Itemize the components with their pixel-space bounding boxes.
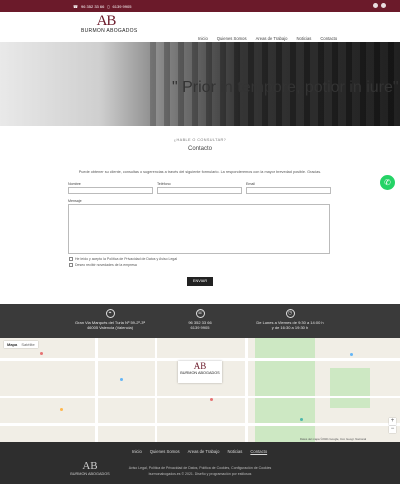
map-poi[interactable] — [120, 378, 123, 381]
map-poi[interactable] — [350, 353, 353, 356]
hours-line-2: y de 16:30 a 19:30 h — [271, 325, 309, 330]
map-type-control: Mapa Satélite — [4, 341, 38, 348]
nav-noticias[interactable]: Noticias — [296, 36, 311, 41]
map-pin-icon: ⌖ — [105, 309, 115, 318]
map-attribution: Datos del mapa ©2021 Google, Inst. Geogr… — [300, 437, 367, 441]
footer-legal: Aviso Legal, Política de Privacidad de D… — [0, 465, 400, 477]
map-poi[interactable] — [210, 398, 213, 401]
map-park — [330, 368, 370, 408]
mobile-icon: ▯ — [107, 4, 110, 9]
map-road — [0, 423, 400, 426]
map-road — [245, 338, 248, 442]
footer-copyright: burmonabogados.es © 2021. Diseño y progr… — [148, 472, 252, 476]
map-marker-logo[interactable]: AB BURMON ABOGADOS — [178, 361, 222, 383]
name-field[interactable] — [68, 187, 153, 194]
privacy-check-row: He leído y acepto la Política de Privaci… — [69, 257, 177, 261]
map-type-satellite[interactable]: Satélite — [21, 342, 34, 347]
top-phone-1[interactable]: 96 352 33 66 — [81, 4, 104, 9]
map-road — [155, 338, 157, 442]
nav-quienes-somos[interactable]: Quienes Somos — [217, 36, 247, 41]
send-button[interactable]: ENVIAR — [187, 277, 213, 286]
info-phone-2[interactable]: 6139 9905 — [170, 325, 230, 330]
contact-title: Contacto — [187, 146, 212, 152]
top-bar: ☎ 96 352 33 66 ▯ 6139 9905 — [0, 0, 400, 12]
logo-monogram: AB — [96, 13, 117, 29]
social-links — [373, 3, 386, 8]
phone-icon: ☏ — [195, 309, 205, 318]
whatsapp-icon[interactable]: ✆ — [380, 175, 395, 190]
map-poi[interactable] — [300, 418, 303, 421]
hero-quote: " Prior in tempore, potior in iure" — [172, 79, 399, 96]
email-field[interactable] — [246, 187, 331, 194]
newsletter-check-row: Deseo recibir novedades de la empresa — [69, 263, 137, 267]
footer-nav-contacto[interactable]: Contacto — [250, 449, 267, 454]
address-line-2: 46005 Valencia (Valencia) — [86, 325, 134, 330]
logo-name: BURMON ABOGADOS — [81, 28, 138, 34]
hours-block: ◷ De Lunes a Viernes de 9:30 a 14:00 h y… — [240, 309, 340, 330]
clock-icon: ◷ — [285, 309, 295, 318]
map-logo-monogram: AB — [193, 361, 207, 371]
linkedin-icon[interactable] — [381, 3, 386, 8]
message-label: Mensaje — [68, 199, 82, 203]
contact-description: Puede obtener su cliente, consultas o su… — [78, 170, 322, 174]
address-block: ⌖ Gran Via Marqués del Turia Nº 59-2º-3ª… — [60, 309, 160, 330]
location-map[interactable] — [0, 338, 400, 442]
top-phone-2[interactable]: 6139 9905 — [113, 4, 132, 9]
privacy-check-label: He leído y acepto la Política de Privaci… — [75, 257, 178, 261]
main-nav: Inicio Quienes Somos Areas de Trabajo No… — [198, 36, 337, 41]
footer-nav-areas-de-trabajo[interactable]: Areas de Trabajo — [188, 449, 220, 454]
site-logo[interactable]: AB BURMON ABOGADOS — [81, 13, 138, 35]
phone-icon: ☎ — [73, 4, 78, 9]
phone-block: ☏ 96 352 33 66 6139 9905 — [170, 309, 230, 330]
privacy-checkbox[interactable] — [69, 257, 73, 261]
email-label: Email — [246, 182, 255, 186]
top-phones: ☎ 96 352 33 66 ▯ 6139 9905 — [73, 4, 131, 9]
info-strip: ⌖ Gran Via Marqués del Turia Nº 59-2º-3ª… — [0, 304, 400, 338]
name-label: Nombre — [68, 182, 81, 186]
map-road — [0, 396, 400, 398]
newsletter-check-label: Deseo recibir novedades de la empresa — [75, 263, 137, 267]
map-poi[interactable] — [40, 352, 43, 355]
footer-nav-noticias[interactable]: Noticias — [227, 449, 242, 454]
nav-contacto[interactable]: Contacto — [320, 36, 337, 41]
contact-kicker: ¿HABLE O CONSULTAR? — [173, 138, 227, 142]
zoom-out-button[interactable]: − — [389, 426, 396, 433]
nav-areas-de-trabajo[interactable]: Areas de Trabajo — [256, 36, 288, 41]
map-park — [255, 338, 315, 442]
map-poi[interactable] — [60, 408, 63, 411]
newsletter-checkbox[interactable] — [69, 263, 73, 267]
phone-label: Teléfono — [157, 182, 171, 186]
footer-nav-inicio[interactable]: Inicio — [132, 449, 142, 454]
zoom-in-button[interactable]: + — [389, 418, 396, 425]
footer-nav-quienes-somos[interactable]: Quienes Somos — [150, 449, 180, 454]
site-footer: Inicio Quienes Somos Areas de Trabajo No… — [0, 442, 400, 484]
message-field[interactable] — [68, 204, 330, 254]
map-type-map[interactable]: Mapa — [7, 342, 17, 347]
map-road — [95, 338, 98, 442]
facebook-icon[interactable] — [373, 3, 378, 8]
nav-inicio[interactable]: Inicio — [198, 36, 208, 41]
site-header: AB BURMON ABOGADOS Inicio Quienes Somos … — [0, 12, 400, 42]
map-logo-name: BURMON ABOGADOS — [180, 371, 220, 375]
footer-nav: Inicio Quienes Somos Areas de Trabajo No… — [132, 449, 267, 454]
phone-field[interactable] — [157, 187, 242, 194]
